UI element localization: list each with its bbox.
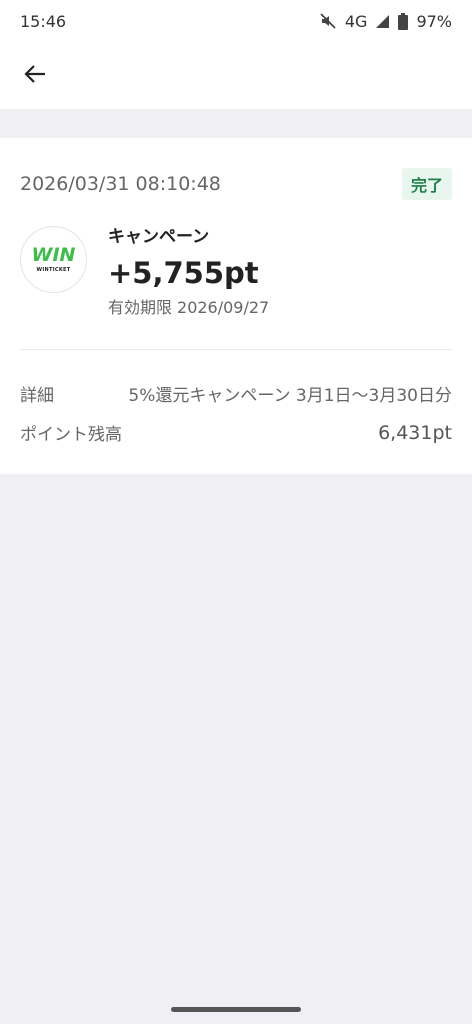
details-label: 詳細 [20,386,54,406]
points-amount: +5,755pt [108,256,259,290]
balance-value: 6,431pt [378,421,452,444]
winticket-logo: WIN WINTICKET [20,226,87,293]
back-button[interactable] [20,61,50,91]
details-value: 5%還元キャンペーン 3月1日〜3月30日分 [128,386,452,406]
network-type: 4G [344,11,368,31]
campaign-name: キャンペーン [108,227,210,247]
logo-text: WIN [31,244,76,266]
transaction-datetime: 2026/03/31 08:10:48 [20,173,221,195]
mute-icon [319,12,337,30]
details-row: 詳細 5%還元キャンペーン 3月1日〜3月30日分 [20,381,452,406]
transaction-card: 2026/03/31 08:10:48 完了 WIN WINTICKET キャン… [0,138,472,474]
expiry: 有効期限 2026/09/27 [108,296,269,320]
status-bar: 15:46 4G 97% [0,0,472,42]
transaction-header: 2026/03/31 08:10:48 完了 [20,168,452,200]
status-icons: 4G 97% [319,12,452,31]
home-indicator[interactable] [171,1007,301,1012]
logo-subtext: WINTICKET [36,267,71,273]
campaign-summary: WIN WINTICKET キャンペーン +5,755pt 有効期限 2026/0… [20,226,452,320]
app-bar [0,42,472,109]
campaign-info: キャンペーン +5,755pt 有効期限 2026/09/27 [108,224,269,320]
balance-row: ポイント残高 6,431pt [20,420,452,446]
signal-icon [375,14,390,29]
expiry-date: 2026/09/27 [177,298,270,317]
status-badge: 完了 [401,168,452,200]
arrow-left-icon [24,64,46,88]
status-time: 15:46 [20,11,67,31]
battery-icon [398,12,409,30]
expiry-label: 有効期限 [108,298,173,317]
battery-level: 97% [416,11,452,31]
divider [20,349,452,350]
balance-label: ポイント残高 [20,425,122,445]
